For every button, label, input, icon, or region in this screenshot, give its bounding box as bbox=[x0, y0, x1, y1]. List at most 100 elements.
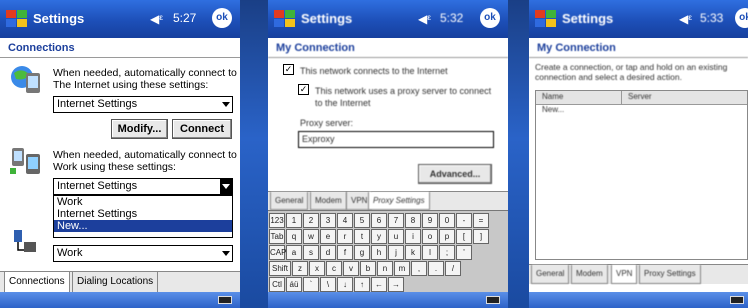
speaker-icon[interactable]: ◀ᵋ bbox=[418, 12, 431, 26]
clock[interactable]: 5:27 bbox=[173, 11, 196, 25]
key[interactable]: g bbox=[354, 245, 370, 260]
key[interactable]: q bbox=[286, 229, 302, 244]
page-title: Connections bbox=[0, 38, 240, 58]
start-menu-icon[interactable] bbox=[533, 7, 559, 31]
ok-button[interactable]: ok bbox=[212, 8, 232, 28]
option-internet-settings[interactable]: Internet Settings bbox=[54, 208, 232, 220]
tab-general[interactable]: General bbox=[270, 192, 309, 210]
dropdown-button[interactable] bbox=[220, 179, 232, 194]
key[interactable]: ↑ bbox=[354, 277, 370, 292]
key[interactable]: ; bbox=[439, 245, 455, 260]
tab-dialing-locations[interactable]: Dialing Locations bbox=[72, 272, 159, 293]
key[interactable]: 7 bbox=[388, 213, 404, 228]
option-work[interactable]: Work bbox=[54, 196, 232, 208]
key[interactable]: [ bbox=[456, 229, 472, 244]
key[interactable]: CAP bbox=[269, 245, 286, 260]
list-item[interactable]: New... bbox=[536, 105, 747, 114]
key[interactable]: f bbox=[337, 245, 353, 260]
internet-checkbox[interactable]: ✓ bbox=[283, 64, 294, 75]
key[interactable]: Tab bbox=[269, 229, 285, 244]
key[interactable]: 1 bbox=[286, 213, 302, 228]
column-name[interactable]: Name bbox=[542, 92, 563, 101]
tab-proxy-settings[interactable]: Proxy Settings bbox=[368, 192, 430, 210]
key[interactable]: a bbox=[286, 245, 302, 260]
key[interactable]: 8 bbox=[405, 213, 421, 228]
key[interactable]: 4 bbox=[337, 213, 353, 228]
start-menu-icon[interactable] bbox=[272, 7, 298, 31]
key[interactable]: 3 bbox=[320, 213, 336, 228]
advanced-button[interactable]: Advanced... bbox=[418, 164, 492, 184]
key[interactable]: Shift bbox=[269, 261, 291, 276]
key[interactable]: d bbox=[320, 245, 336, 260]
key[interactable]: ← bbox=[371, 277, 387, 292]
key[interactable]: ↓ bbox=[337, 277, 353, 292]
clock[interactable]: 5:32 bbox=[440, 11, 463, 25]
key[interactable]: c bbox=[326, 261, 342, 276]
keyboard-icon[interactable] bbox=[486, 296, 500, 304]
key[interactable]: w bbox=[303, 229, 319, 244]
key[interactable]: Ctl bbox=[269, 277, 285, 292]
key[interactable]: u bbox=[388, 229, 404, 244]
connect-button[interactable]: Connect bbox=[172, 119, 232, 139]
key[interactable]: v bbox=[343, 261, 359, 276]
tab-connections[interactable]: Connections bbox=[4, 272, 70, 293]
internet-settings-select[interactable]: Internet Settings bbox=[53, 96, 233, 113]
tab-general[interactable]: General bbox=[531, 265, 570, 284]
key[interactable]: p bbox=[439, 229, 455, 244]
key[interactable]: 0 bbox=[439, 213, 455, 228]
work-settings-select[interactable]: Internet Settings bbox=[53, 178, 233, 195]
proxy-server-input[interactable]: Exproxy bbox=[298, 131, 494, 148]
key[interactable]: 5 bbox=[354, 213, 370, 228]
tab-modem[interactable]: Modem bbox=[310, 192, 347, 210]
tab-modem[interactable]: Modem bbox=[571, 265, 608, 284]
proxy-checkbox[interactable]: ✓ bbox=[298, 84, 309, 95]
ok-button[interactable]: ok bbox=[735, 8, 748, 28]
key[interactable]: = bbox=[473, 213, 489, 228]
key[interactable]: n bbox=[377, 261, 393, 276]
speaker-icon[interactable]: ◀ᵋ bbox=[150, 12, 163, 26]
option-new[interactable]: New... bbox=[54, 220, 232, 232]
key[interactable]: m bbox=[394, 261, 410, 276]
key[interactable]: ` bbox=[303, 277, 319, 292]
key[interactable]: j bbox=[388, 245, 404, 260]
key[interactable]: x bbox=[309, 261, 325, 276]
key[interactable]: - bbox=[456, 213, 472, 228]
key[interactable]: áü bbox=[286, 277, 302, 292]
key[interactable]: 6 bbox=[371, 213, 387, 228]
start-menu-icon[interactable] bbox=[4, 7, 30, 31]
soft-keyboard[interactable]: 123 1 2 3 4 5 6 7 8 9 0- = Tab q w e r t y u i o p[] CAP a s d f g h j… bbox=[268, 210, 508, 292]
key[interactable]: z bbox=[292, 261, 308, 276]
key[interactable]: 123 bbox=[269, 213, 285, 228]
speaker-icon[interactable]: ◀ᵋ bbox=[679, 12, 692, 26]
keyboard-icon[interactable] bbox=[730, 296, 744, 304]
key[interactable]: t bbox=[354, 229, 370, 244]
modify-button[interactable]: Modify... bbox=[111, 119, 168, 139]
key[interactable]: \ bbox=[320, 277, 336, 292]
keyboard-icon[interactable] bbox=[218, 296, 232, 304]
key[interactable]: b bbox=[360, 261, 376, 276]
key[interactable]: e bbox=[320, 229, 336, 244]
clock[interactable]: 5:33 bbox=[700, 11, 723, 25]
column-server[interactable]: Server bbox=[628, 92, 652, 101]
key[interactable]: / bbox=[445, 261, 461, 276]
key[interactable]: r bbox=[337, 229, 353, 244]
key[interactable]: s bbox=[303, 245, 319, 260]
key[interactable]: → bbox=[388, 277, 404, 292]
tab-proxy-settings[interactable]: Proxy Settings bbox=[639, 265, 701, 284]
key[interactable]: k bbox=[405, 245, 421, 260]
connection-list[interactable]: Name Server New... bbox=[535, 90, 748, 260]
key[interactable]: 2 bbox=[303, 213, 319, 228]
ok-button[interactable]: ok bbox=[480, 8, 500, 28]
tab-vpn[interactable]: VPN bbox=[611, 265, 638, 284]
key[interactable]: l bbox=[422, 245, 438, 260]
key[interactable]: ' bbox=[456, 245, 472, 260]
key[interactable]: . bbox=[428, 261, 444, 276]
key[interactable]: 9 bbox=[422, 213, 438, 228]
network-select[interactable]: Work bbox=[53, 245, 233, 262]
key[interactable]: o bbox=[422, 229, 438, 244]
key[interactable]: i bbox=[405, 229, 421, 244]
key[interactable]: ] bbox=[473, 229, 489, 244]
key[interactable]: , bbox=[411, 261, 427, 276]
key[interactable]: h bbox=[371, 245, 387, 260]
key[interactable]: y bbox=[371, 229, 387, 244]
